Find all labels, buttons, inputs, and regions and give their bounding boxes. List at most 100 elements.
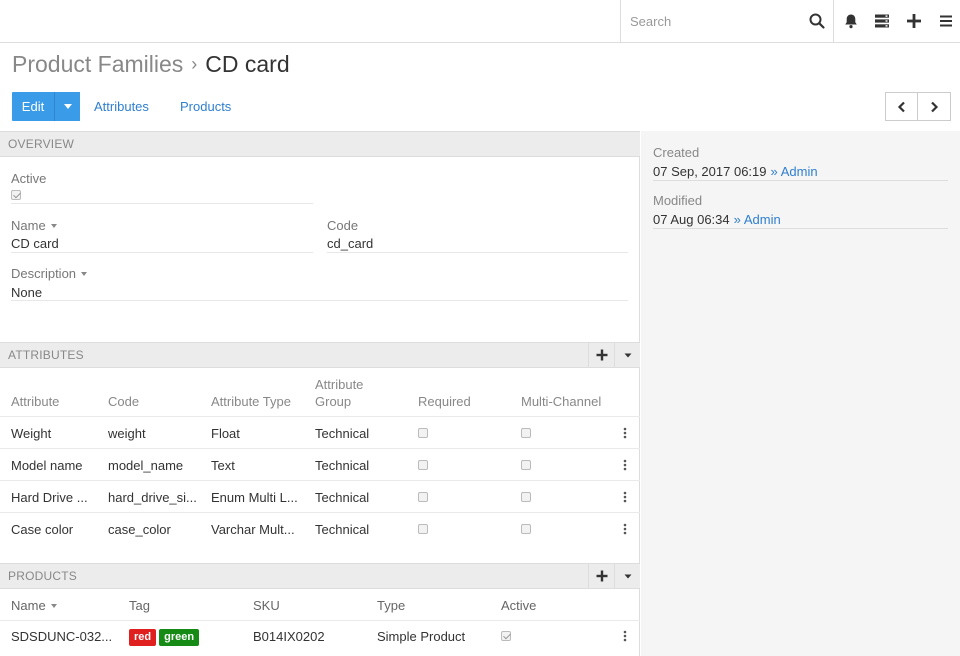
column-header-name[interactable]: Name (11, 597, 57, 614)
active-checkbox (11, 190, 21, 200)
edit-button[interactable]: Edit (12, 92, 54, 121)
row-actions-icon[interactable] (621, 458, 629, 472)
code-value: cd_card (327, 236, 374, 251)
attribute-name-link[interactable]: Case color (11, 522, 101, 537)
chevron-right-icon (931, 101, 939, 112)
product-type: Simple Product (377, 629, 466, 644)
menu-icon[interactable] (936, 11, 956, 31)
attribute-type: Float (211, 426, 240, 441)
active-label: Active (11, 171, 47, 186)
plus-icon[interactable] (904, 11, 924, 31)
column-header-sku[interactable]: SKU (253, 597, 280, 614)
row-actions-icon[interactable] (621, 490, 629, 504)
attribute-code: model_name (108, 458, 184, 473)
code-label: Code (327, 218, 359, 233)
attribute-code: case_color (108, 522, 171, 537)
row-divider (0, 448, 640, 449)
caret-down-icon (624, 574, 631, 579)
column-header-active[interactable]: Active (501, 597, 536, 614)
created-label: Created (653, 145, 700, 160)
attribute-name-link[interactable]: Hard Drive ... (11, 490, 101, 505)
search-icon[interactable] (807, 11, 827, 31)
row-actions-icon[interactable] (621, 426, 629, 440)
description-label[interactable]: Description (11, 266, 88, 281)
attribute-type: Varchar Mult... (211, 522, 295, 537)
caret-down-icon (50, 223, 57, 228)
products-actions-dropdown[interactable] (614, 564, 640, 588)
queue-icon[interactable] (872, 11, 892, 31)
name-label-text: Name (11, 218, 46, 233)
next-record-button[interactable] (918, 92, 951, 121)
created-by-separator: » (770, 164, 778, 179)
products-panel-header: PRODUCTS (0, 563, 640, 589)
attribute-group-link[interactable]: Technical (315, 522, 405, 537)
attribute-group-link[interactable]: Technical (315, 426, 405, 441)
column-header-attribute[interactable]: Attribute (11, 393, 59, 410)
attribute-name-link[interactable]: Model name (11, 458, 101, 473)
previous-record-button[interactable] (885, 92, 918, 121)
page-title: CD card (205, 51, 290, 77)
name-label[interactable]: Name (11, 218, 57, 233)
attribute-group-link[interactable]: Technical (315, 458, 405, 473)
attribute-code: hard_drive_si... (108, 490, 197, 505)
row-divider (0, 480, 640, 481)
product-tags: red green (129, 628, 249, 647)
caret-down-icon (81, 271, 88, 276)
caret-down-icon (50, 603, 57, 608)
breadcrumb: Product Families › CD card (12, 48, 290, 80)
column-header-code[interactable]: Code (108, 393, 139, 410)
row-actions-icon[interactable] (621, 629, 629, 643)
created-value: 07 Sep, 2017 06:19» Admin (653, 164, 818, 179)
overview-panel-header: OVERVIEW (0, 131, 640, 157)
add-product-button[interactable] (588, 564, 614, 588)
add-attribute-button[interactable] (588, 343, 614, 367)
row-divider (0, 416, 640, 417)
breadcrumb-parent-link[interactable]: Product Families (12, 51, 183, 77)
attributes-actions-dropdown[interactable] (614, 343, 640, 367)
breadcrumb-separator: › (191, 54, 198, 74)
product-sku: B014IX0202 (253, 629, 325, 644)
tag-badge: red (129, 629, 157, 646)
products-link[interactable]: Products (180, 99, 231, 114)
modified-value: 07 Aug 06:34» Admin (653, 212, 781, 227)
multichannel-checkbox (521, 460, 531, 470)
row-divider (0, 620, 640, 621)
required-checkbox (418, 428, 428, 438)
field-divider (11, 203, 313, 204)
column-header-attribute-group[interactable]: Attribute Group (315, 376, 385, 410)
detail-side-column: Created 07 Sep, 2017 06:19» Admin Modifie… (641, 131, 960, 656)
attributes-link[interactable]: Attributes (94, 99, 149, 114)
attribute-group-link[interactable]: Technical (315, 490, 405, 505)
bell-icon[interactable] (841, 11, 861, 31)
field-divider (11, 300, 628, 301)
field-divider (653, 180, 948, 181)
column-header-type[interactable]: Type (377, 597, 405, 614)
products-title: PRODUCTS (8, 569, 77, 583)
column-header-required[interactable]: Required (418, 393, 471, 410)
detail-main-column: OVERVIEW Active Name CD card Code cd_car… (0, 131, 640, 656)
row-actions-icon[interactable] (621, 522, 629, 536)
column-header-attribute-type[interactable]: Attribute Type (211, 393, 291, 410)
field-divider (327, 252, 628, 253)
multichannel-checkbox (521, 428, 531, 438)
multichannel-checkbox (521, 492, 531, 502)
edit-dropdown-toggle[interactable] (54, 92, 80, 121)
column-header-multi-channel[interactable]: Multi-Channel (521, 393, 601, 410)
attribute-name-link[interactable]: Weight (11, 426, 101, 441)
search-input[interactable] (621, 0, 801, 42)
required-checkbox (418, 460, 428, 470)
column-header-tag[interactable]: Tag (129, 597, 150, 614)
attributes-panel-header: ATTRIBUTES (0, 342, 640, 368)
modified-by-user-link[interactable]: Admin (744, 212, 781, 227)
column-header-name-text: Name (11, 598, 46, 613)
modified-datetime: 07 Aug 06:34 (653, 212, 730, 227)
caret-down-icon (624, 353, 631, 358)
modified-by-separator: » (733, 212, 741, 227)
name-value: CD card (11, 236, 59, 251)
multichannel-checkbox (521, 524, 531, 534)
created-by-user-link[interactable]: Admin (781, 164, 818, 179)
product-name-link[interactable]: SDSDUNC-032... (11, 629, 123, 644)
row-divider (0, 512, 640, 513)
attributes-title: ATTRIBUTES (8, 348, 84, 362)
top-navbar (0, 0, 960, 43)
